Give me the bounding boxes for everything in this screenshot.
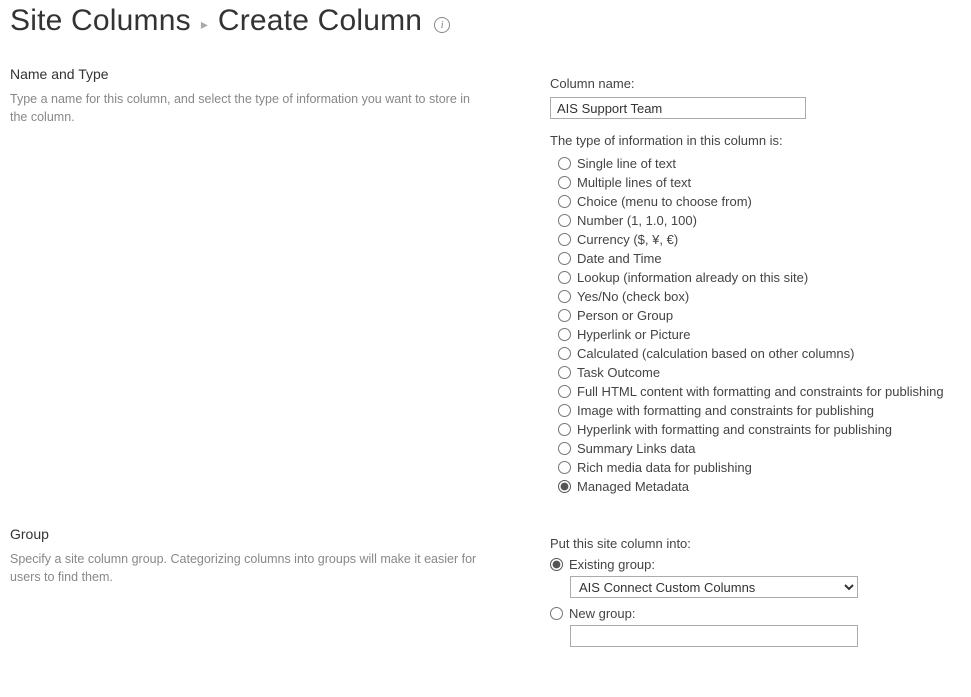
column-type-option: Calculated (calculation based on other c…: [558, 344, 961, 363]
column-name-label: Column name:: [550, 76, 961, 91]
group-put-into-label: Put this site column into:: [550, 536, 961, 551]
breadcrumb-current: Create Column: [218, 4, 422, 38]
column-type-option-label[interactable]: Lookup (information already on this site…: [577, 270, 808, 285]
column-type-option-label[interactable]: Currency ($, ¥, €): [577, 232, 678, 247]
column-type-option: Date and Time: [558, 249, 961, 268]
column-type-option: Managed Metadata: [558, 477, 961, 496]
breadcrumb: Site Columns ▸ Create Column i: [10, 4, 961, 38]
column-type-option: Rich media data for publishing: [558, 458, 961, 477]
column-type-option: Summary Links data: [558, 439, 961, 458]
existing-group-label[interactable]: Existing group:: [569, 557, 655, 572]
column-type-radio[interactable]: [558, 214, 571, 227]
column-type-label: The type of information in this column i…: [550, 133, 961, 148]
column-type-option-label[interactable]: Hyperlink or Picture: [577, 327, 690, 342]
column-type-option: Yes/No (check box): [558, 287, 961, 306]
column-type-radio[interactable]: [558, 176, 571, 189]
breadcrumb-parent-link[interactable]: Site Columns: [10, 4, 191, 38]
column-type-radio[interactable]: [558, 366, 571, 379]
name-type-heading: Name and Type: [10, 66, 520, 82]
column-type-option: Full HTML content with formatting and co…: [558, 382, 961, 401]
column-type-option-label[interactable]: Calculated (calculation based on other c…: [577, 346, 855, 361]
column-type-option-label[interactable]: Rich media data for publishing: [577, 460, 752, 475]
column-type-option: Image with formatting and constraints fo…: [558, 401, 961, 420]
new-group-input[interactable]: [570, 625, 858, 647]
column-type-option: Hyperlink with formatting and constraint…: [558, 420, 961, 439]
existing-group-select[interactable]: AIS Connect Custom Columns: [570, 576, 858, 598]
column-type-option: Number (1, 1.0, 100): [558, 211, 961, 230]
column-type-radio[interactable]: [558, 157, 571, 170]
column-type-radio[interactable]: [558, 461, 571, 474]
column-type-radio-list: Single line of text Multiple lines of tex…: [558, 154, 961, 496]
column-type-option-label[interactable]: Managed Metadata: [577, 479, 689, 494]
column-type-radio[interactable]: [558, 252, 571, 265]
column-type-radio[interactable]: [558, 404, 571, 417]
group-description: Specify a site column group. Categorizin…: [10, 550, 480, 586]
column-type-radio[interactable]: [558, 480, 571, 493]
column-type-radio[interactable]: [558, 328, 571, 341]
column-type-option-label[interactable]: Single line of text: [577, 156, 676, 171]
section-name-and-type: Name and Type Type a name for this colum…: [10, 66, 961, 496]
column-type-radio[interactable]: [558, 385, 571, 398]
column-name-input[interactable]: [550, 97, 806, 119]
column-type-option: Task Outcome: [558, 363, 961, 382]
breadcrumb-separator-icon: ▸: [201, 10, 208, 33]
column-type-option-label[interactable]: Summary Links data: [577, 441, 696, 456]
column-type-option: Single line of text: [558, 154, 961, 173]
column-type-option: Currency ($, ¥, €): [558, 230, 961, 249]
info-icon[interactable]: i: [434, 17, 450, 33]
section-group: Group Specify a site column group. Categ…: [10, 526, 961, 647]
column-type-radio[interactable]: [558, 290, 571, 303]
column-type-option-label[interactable]: Task Outcome: [577, 365, 660, 380]
column-type-radio[interactable]: [558, 442, 571, 455]
column-type-option-label[interactable]: Hyperlink with formatting and constraint…: [577, 422, 892, 437]
column-type-radio[interactable]: [558, 233, 571, 246]
column-type-radio[interactable]: [558, 271, 571, 284]
name-type-description: Type a name for this column, and select …: [10, 90, 480, 126]
column-type-option-label[interactable]: Number (1, 1.0, 100): [577, 213, 697, 228]
column-type-option-label[interactable]: Image with formatting and constraints fo…: [577, 403, 874, 418]
column-type-radio[interactable]: [558, 423, 571, 436]
column-type-radio[interactable]: [558, 309, 571, 322]
column-type-option-label[interactable]: Yes/No (check box): [577, 289, 689, 304]
column-type-option: Choice (menu to choose from): [558, 192, 961, 211]
column-type-radio[interactable]: [558, 347, 571, 360]
new-group-radio[interactable]: [550, 607, 563, 620]
column-type-radio[interactable]: [558, 195, 571, 208]
column-type-option-label[interactable]: Multiple lines of text: [577, 175, 691, 190]
column-type-option: Multiple lines of text: [558, 173, 961, 192]
column-type-option-label[interactable]: Person or Group: [577, 308, 673, 323]
column-type-option: Person or Group: [558, 306, 961, 325]
column-type-option-label[interactable]: Date and Time: [577, 251, 662, 266]
group-heading: Group: [10, 526, 520, 542]
column-type-option-label[interactable]: Choice (menu to choose from): [577, 194, 752, 209]
column-type-option: Hyperlink or Picture: [558, 325, 961, 344]
column-type-option: Lookup (information already on this site…: [558, 268, 961, 287]
existing-group-radio[interactable]: [550, 558, 563, 571]
column-type-option-label[interactable]: Full HTML content with formatting and co…: [577, 384, 944, 399]
new-group-label[interactable]: New group:: [569, 606, 635, 621]
